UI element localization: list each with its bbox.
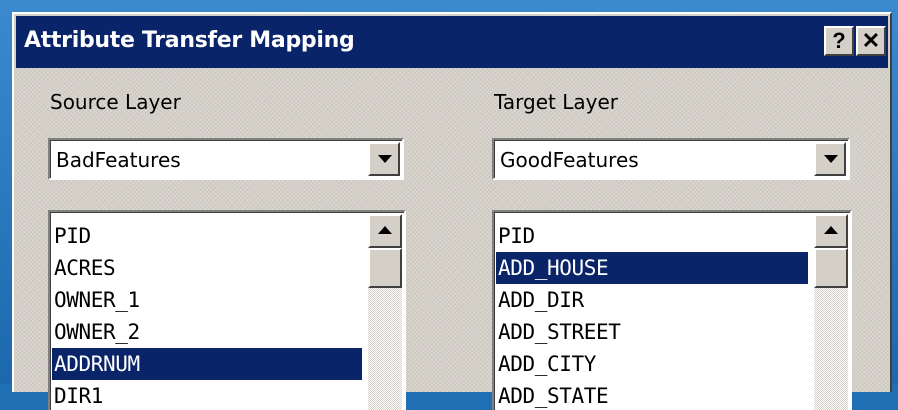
chevron-down-icon (824, 155, 838, 163)
source-layer-dropdown[interactable]: BadFeatures (48, 138, 404, 180)
arrow-up-icon (378, 226, 392, 234)
attribute-transfer-mapping-dialog: Attribute Transfer Mapping ? ✕ Source La… (12, 12, 892, 410)
target-layer-label: Target Layer (494, 90, 618, 114)
target-field-item[interactable]: PID (496, 220, 808, 252)
source-field-item[interactable]: ACRES (52, 252, 362, 284)
source-scroll-thumb[interactable] (368, 248, 402, 288)
source-scroll-up-button[interactable] (368, 214, 402, 248)
source-field-items: PID ACRES OWNER_1 OWNER_2 ADDRNUM DIR1 (52, 220, 362, 410)
source-layer-label: Source Layer (50, 90, 181, 114)
target-field-item[interactable]: ADD_CITY (496, 348, 808, 380)
title-bar[interactable]: Attribute Transfer Mapping ? ✕ (16, 16, 888, 68)
source-layer-value: BadFeatures (56, 148, 181, 172)
source-fields-list[interactable]: PID ACRES OWNER_1 OWNER_2 ADDRNUM DIR1 (48, 210, 406, 410)
source-field-item[interactable]: PID (52, 220, 362, 252)
target-scrollbar[interactable] (814, 214, 848, 410)
target-layer-dropdown[interactable]: GoodFeatures (492, 138, 850, 180)
source-field-item[interactable]: ADDRNUM (52, 348, 362, 380)
source-scrollbar[interactable] (368, 214, 402, 410)
target-dropdown-button[interactable] (814, 142, 846, 176)
source-dropdown-button[interactable] (368, 142, 400, 176)
target-field-item[interactable]: ADD_STREET (496, 316, 808, 348)
target-field-item[interactable]: ADD_DIR (496, 284, 808, 316)
source-field-item[interactable]: OWNER_2 (52, 316, 362, 348)
target-field-items: PID ADD_HOUSE ADD_DIR ADD_STREET ADD_CITY ADD… (496, 220, 808, 410)
chevron-down-icon (378, 155, 392, 163)
source-field-item[interactable]: OWNER_1 (52, 284, 362, 316)
target-scroll-up-button[interactable] (814, 214, 848, 248)
help-button[interactable]: ? (824, 26, 854, 56)
target-field-item[interactable]: ADD_STATE (496, 380, 808, 410)
target-fields-list[interactable]: PID ADD_HOUSE ADD_DIR ADD_STREET ADD_CITY ADD… (492, 210, 852, 410)
arrow-up-icon (824, 226, 838, 234)
target-layer-value: GoodFeatures (500, 148, 639, 172)
target-scroll-thumb[interactable] (814, 248, 848, 288)
target-field-item[interactable]: ADD_HOUSE (496, 252, 808, 284)
dialog-title: Attribute Transfer Mapping (24, 28, 355, 53)
source-field-item[interactable]: DIR1 (52, 380, 362, 410)
close-button[interactable]: ✕ (856, 26, 886, 56)
